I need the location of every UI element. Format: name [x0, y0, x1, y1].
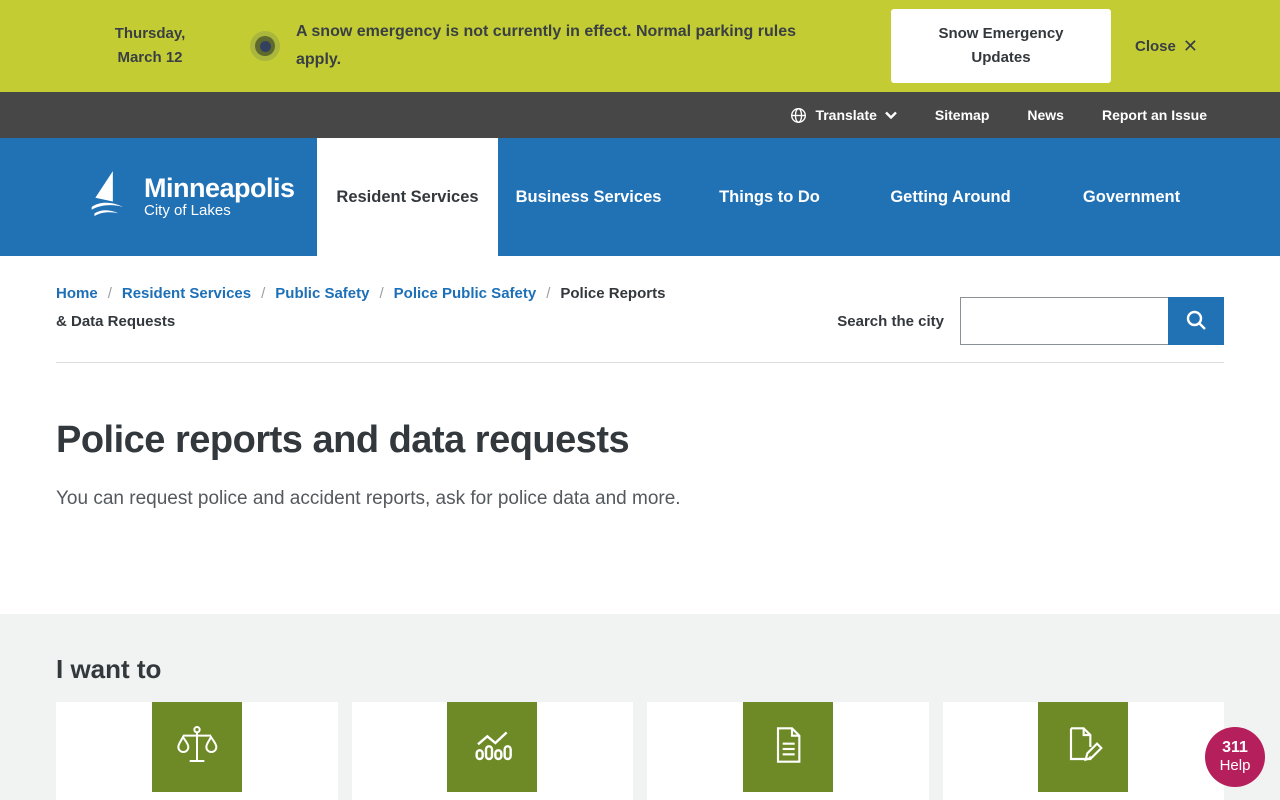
translate-label: Translate	[815, 107, 876, 123]
nav-tab-business-services[interactable]: Business Services	[498, 138, 679, 256]
utility-link-news[interactable]: News	[1027, 107, 1064, 123]
banner-date-line1: Thursday,	[90, 22, 210, 46]
banner-date-line2: March 12	[90, 46, 210, 70]
report-document-icon	[764, 721, 812, 774]
main-navigation: Minneapolis City of Lakes Resident Servi…	[0, 138, 1280, 256]
i-want-to-cards	[56, 702, 1224, 800]
request-form-edit-icon	[1059, 721, 1107, 774]
breadcrumb-separator: /	[546, 285, 550, 302]
nav-items: Resident Services Business Services Thin…	[317, 138, 1222, 256]
help-311-number: 311	[1222, 739, 1248, 757]
utility-bar: Translate Sitemap News Report an Issue	[0, 92, 1280, 138]
page-title: Police reports and data requests	[56, 419, 1224, 462]
close-icon: ✕	[1183, 36, 1198, 57]
nav-tab-getting-around[interactable]: Getting Around	[860, 138, 1041, 256]
sailboat-icon	[88, 169, 134, 226]
page-intro-text: You can request police and accident repo…	[56, 484, 696, 514]
banner-message: A snow emergency is not currently in eff…	[296, 18, 841, 74]
card-scales[interactable]	[56, 702, 338, 800]
logo-tagline: City of Lakes	[144, 202, 295, 220]
card-icon-box	[1038, 702, 1128, 792]
snow-emergency-updates-button[interactable]: Snow Emergency Updates	[891, 9, 1111, 83]
minneapolis-logo[interactable]: Minneapolis City of Lakes	[0, 138, 317, 256]
snow-status-icon	[250, 31, 280, 61]
banner-close-button[interactable]: Close ✕	[1135, 36, 1198, 57]
card-crime-data[interactable]	[352, 702, 634, 800]
i-want-to-section: I want to	[0, 614, 1280, 800]
breadcrumb-separator: /	[379, 285, 383, 302]
utility-link-report-an-issue[interactable]: Report an Issue	[1102, 107, 1207, 123]
banner-close-label: Close	[1135, 38, 1176, 55]
snow-status-icon-ring	[255, 36, 275, 56]
breadcrumb-link-home[interactable]: Home	[56, 285, 98, 302]
nav-tab-things-to-do[interactable]: Things to Do	[679, 138, 860, 256]
chevron-down-icon	[885, 111, 897, 119]
breadcrumb: Home / Resident Services / Public Safety / Pol…	[56, 280, 676, 362]
nav-tab-government[interactable]: Government	[1041, 138, 1222, 256]
card-report[interactable]	[647, 702, 929, 800]
snow-status-icon-core	[260, 41, 271, 52]
breadcrumb-separator: /	[261, 285, 265, 302]
scales-of-justice-icon	[173, 721, 221, 774]
utility-link-sitemap[interactable]: Sitemap	[935, 107, 989, 123]
breadcrumb-search-row: Home / Resident Services / Public Safety / Pol…	[0, 256, 1280, 362]
search-label: Search the city	[837, 313, 944, 330]
breadcrumb-link-police-public-safety[interactable]: Police Public Safety	[394, 285, 537, 302]
snow-emergency-banner: Thursday, March 12 A snow emergency is n…	[0, 0, 1280, 92]
nav-tab-resident-services[interactable]: Resident Services	[317, 138, 498, 256]
help-311-button[interactable]: 311 Help	[1205, 727, 1265, 787]
globe-icon	[790, 107, 807, 124]
site-search: Search the city	[837, 280, 1224, 362]
logo-text: Minneapolis City of Lakes	[144, 174, 295, 220]
search-icon	[1185, 309, 1207, 334]
i-want-to-heading: I want to	[56, 654, 1224, 685]
card-icon-box	[447, 702, 537, 792]
banner-date: Thursday, March 12	[90, 22, 210, 70]
logo-name: Minneapolis	[144, 174, 295, 202]
breadcrumb-link-public-safety[interactable]: Public Safety	[275, 285, 369, 302]
breadcrumb-separator: /	[108, 285, 112, 302]
card-icon-box	[152, 702, 242, 792]
search-input[interactable]	[960, 297, 1168, 345]
crime-data-chart-icon	[468, 721, 516, 774]
search-button[interactable]	[1168, 297, 1224, 345]
card-icon-box	[743, 702, 833, 792]
page-intro: Police reports and data requests You can…	[0, 363, 1280, 614]
help-311-label: Help	[1220, 757, 1251, 775]
translate-dropdown[interactable]: Translate	[790, 107, 896, 124]
card-request-form[interactable]	[943, 702, 1225, 800]
breadcrumb-link-resident-services[interactable]: Resident Services	[122, 285, 251, 302]
